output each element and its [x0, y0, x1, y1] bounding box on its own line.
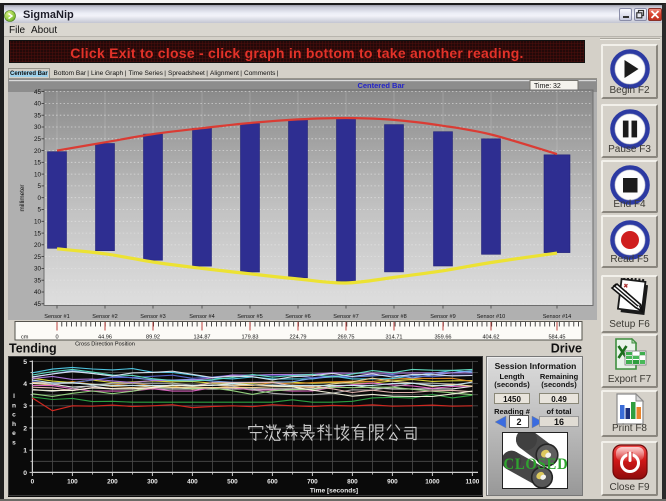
- svg-text:900: 900: [387, 479, 398, 486]
- svg-text:Time:: Time:: [534, 83, 551, 90]
- svg-text:45: 45: [34, 89, 42, 96]
- svg-text:300: 300: [147, 479, 158, 486]
- svg-text:5: 5: [37, 207, 41, 214]
- svg-text:4: 4: [23, 381, 27, 388]
- svg-text:200: 200: [107, 479, 118, 486]
- svg-text:Sensor #8: Sensor #8: [381, 314, 407, 320]
- svg-text:89.92: 89.92: [146, 335, 160, 341]
- svg-text:millimeter: millimeter: [19, 185, 26, 212]
- svg-text:700: 700: [307, 479, 318, 486]
- svg-text:25: 25: [34, 254, 42, 261]
- svg-text:Sensor #1: Sensor #1: [44, 314, 70, 320]
- svg-text:n: n: [12, 402, 16, 409]
- svg-text:Centered Bar: Centered Bar: [357, 81, 404, 90]
- svg-text:0: 0: [31, 479, 35, 486]
- svg-text:5: 5: [23, 359, 27, 366]
- svg-text:584.45: 584.45: [548, 335, 565, 341]
- svg-text:15: 15: [34, 160, 42, 167]
- svg-text:359.66: 359.66: [434, 335, 451, 341]
- svg-text:224.79: 224.79: [289, 335, 306, 341]
- svg-text:35: 35: [34, 277, 42, 284]
- svg-text:Sensor #7: Sensor #7: [333, 314, 359, 320]
- svg-text:Sensor #10: Sensor #10: [477, 314, 506, 320]
- svg-text:Cross Direction Position: Cross Direction Position: [75, 342, 135, 348]
- svg-text:Sensor #2: Sensor #2: [92, 314, 118, 320]
- svg-text:3: 3: [23, 403, 27, 410]
- svg-text:600: 600: [267, 479, 278, 486]
- svg-text:10: 10: [34, 171, 42, 178]
- svg-text:0: 0: [23, 470, 27, 477]
- svg-text:Sensor #3: Sensor #3: [140, 314, 166, 320]
- svg-text:1: 1: [23, 448, 27, 455]
- svg-text:CLOSED: CLOSED: [504, 456, 569, 473]
- svg-text:40: 40: [34, 289, 42, 296]
- svg-text:1100: 1100: [465, 479, 479, 486]
- svg-text:c: c: [12, 412, 16, 419]
- svg-text:h: h: [12, 421, 16, 428]
- svg-text:Sensor #4: Sensor #4: [189, 314, 215, 320]
- svg-text:134.87: 134.87: [193, 335, 210, 341]
- svg-text:Time [seconds]: Time [seconds]: [310, 488, 358, 495]
- svg-text:0: 0: [37, 195, 41, 202]
- svg-text:314.71: 314.71: [385, 335, 402, 341]
- svg-text:Sensor #5: Sensor #5: [237, 314, 263, 320]
- svg-text:40: 40: [34, 101, 42, 108]
- svg-text:e: e: [12, 430, 16, 437]
- svg-text:30: 30: [34, 124, 42, 131]
- svg-text:15: 15: [34, 230, 42, 237]
- svg-text:35: 35: [34, 112, 42, 119]
- svg-text:45: 45: [34, 301, 42, 308]
- svg-text:500: 500: [227, 479, 238, 486]
- svg-text:cm: cm: [21, 335, 29, 341]
- svg-text:30: 30: [34, 266, 42, 273]
- svg-text:1000: 1000: [425, 479, 440, 486]
- svg-text:179.83: 179.83: [241, 335, 258, 341]
- svg-text:269.75: 269.75: [337, 335, 354, 341]
- svg-text:32: 32: [553, 83, 561, 90]
- svg-text:400: 400: [187, 479, 198, 486]
- svg-text:2: 2: [23, 425, 27, 432]
- svg-text:800: 800: [347, 479, 358, 486]
- svg-text:Sensor #14: Sensor #14: [543, 314, 572, 320]
- svg-text:s: s: [12, 440, 16, 447]
- svg-text:Drive: Drive: [551, 342, 582, 356]
- svg-text:Sensor #6: Sensor #6: [285, 314, 311, 320]
- svg-text:Sensor #9: Sensor #9: [430, 314, 456, 320]
- svg-text:100: 100: [67, 479, 78, 486]
- svg-text:44.96: 44.96: [98, 335, 112, 341]
- svg-text:20: 20: [34, 148, 42, 155]
- svg-text:5: 5: [37, 183, 41, 190]
- svg-text:10: 10: [34, 219, 42, 226]
- svg-text:20: 20: [34, 242, 42, 249]
- svg-text:0: 0: [55, 335, 58, 341]
- svg-text:404.62: 404.62: [482, 335, 499, 341]
- svg-text:25: 25: [34, 136, 42, 143]
- svg-text:Tending: Tending: [9, 342, 57, 356]
- svg-text:I: I: [13, 393, 15, 400]
